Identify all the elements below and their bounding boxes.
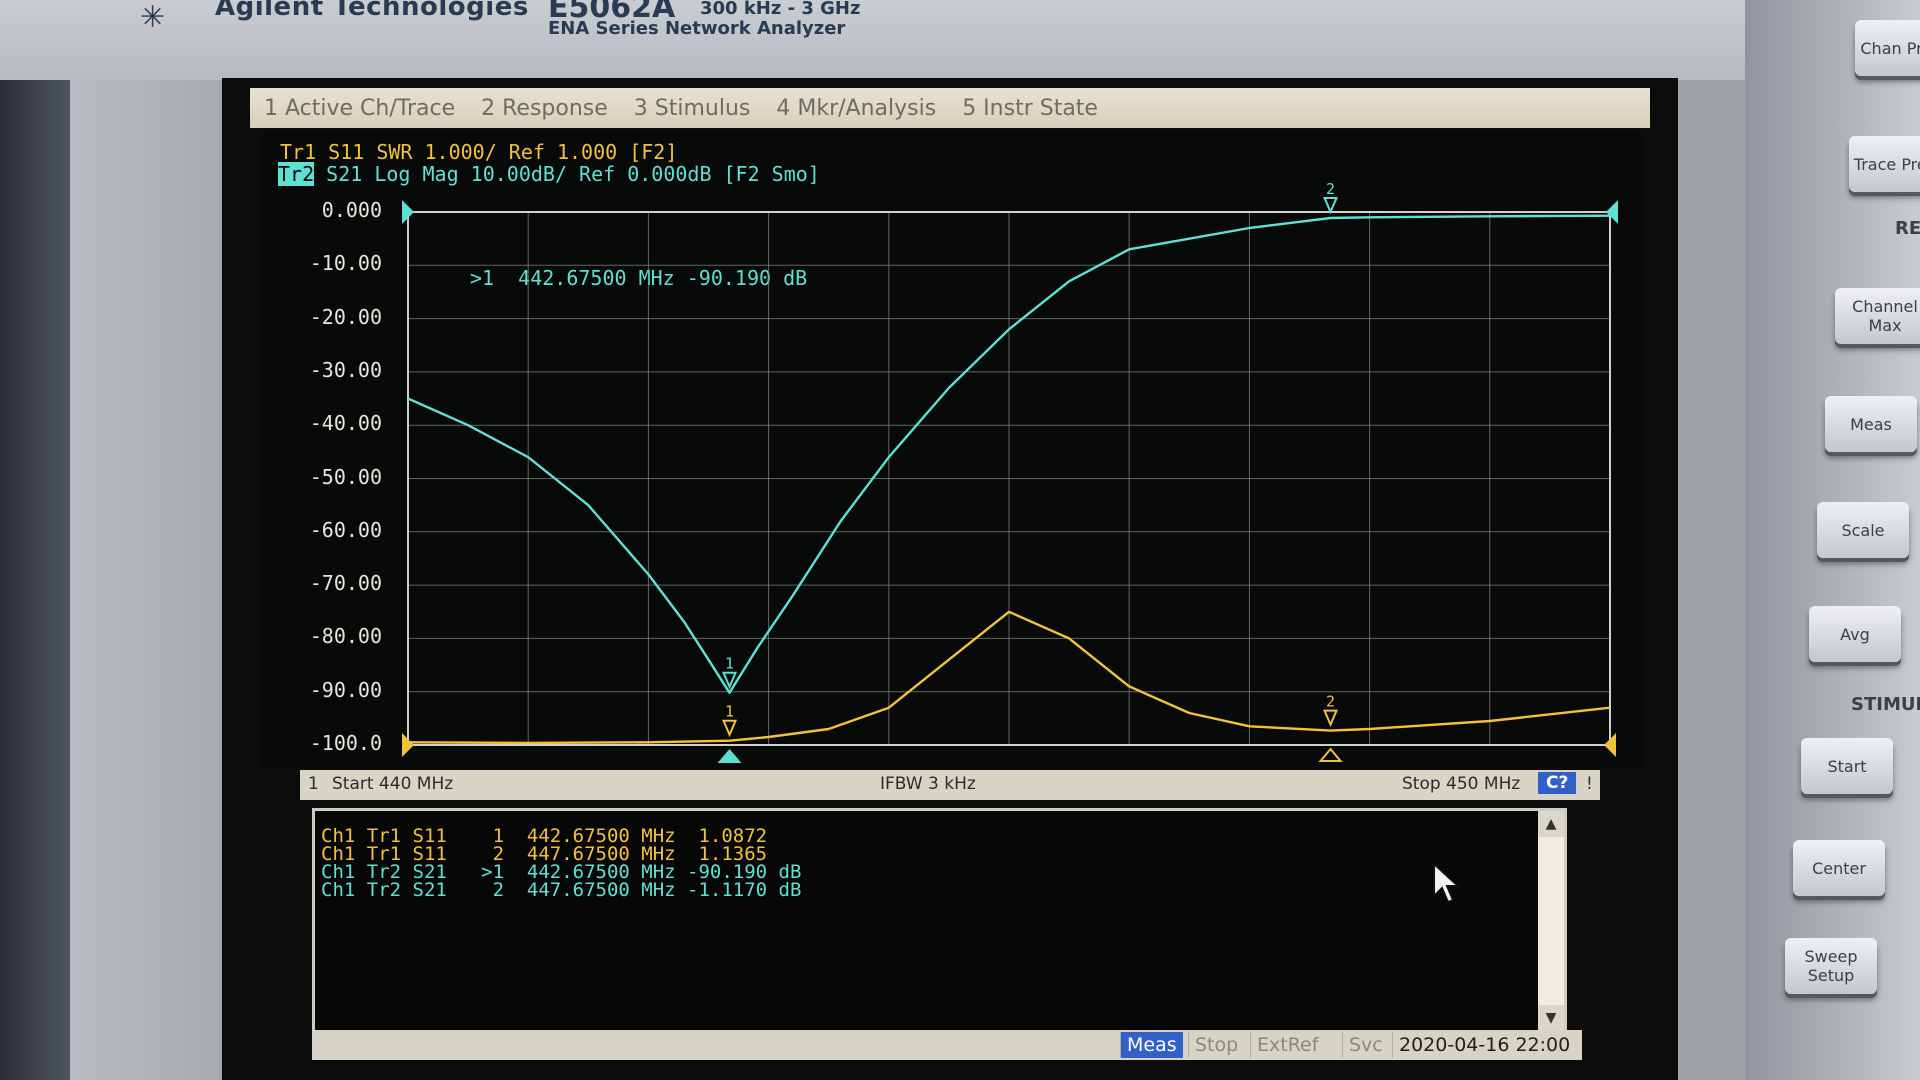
channel-status-bar: 1 Start 440 MHz IFBW 3 kHz Stop 450 MHz … xyxy=(300,770,1600,800)
svc-status: Svc xyxy=(1342,1032,1389,1058)
ifbw-value: IFBW 3 kHz xyxy=(880,774,976,794)
active-marker-stimulus-indicator xyxy=(717,749,742,763)
marker-label-s21: 1 xyxy=(725,655,734,673)
marker-label-s11: 2 xyxy=(1326,693,1335,711)
scrollbar-track[interactable] xyxy=(1538,837,1564,1005)
channel-number: 1 xyxy=(308,774,319,794)
marker-s21 xyxy=(1323,196,1339,215)
start-frequency: Start 440 MHz xyxy=(332,774,454,794)
alert-indicator: ! xyxy=(1586,774,1593,794)
calibration-status-badge: C? xyxy=(1538,772,1577,794)
mouse-pointer-icon xyxy=(1433,862,1461,904)
stop-frequency: Stop 450 MHz xyxy=(1402,774,1521,794)
marker-s11 xyxy=(1323,709,1339,728)
extref-status: ExtRef xyxy=(1250,1032,1324,1058)
marker-label-s11: 1 xyxy=(725,703,734,721)
marker-s11 xyxy=(722,719,738,738)
marker-table-row: Ch1 Tr2 S21 2 447.67500 MHz -1.1170 dB xyxy=(321,879,802,901)
meas-status: Meas xyxy=(1120,1032,1183,1058)
reference-marker-s21-right xyxy=(1606,200,1618,224)
instrument-status-bar: Meas Stop ExtRef Svc 2020-04-16 22:00 xyxy=(312,1030,1582,1060)
scroll-down-arrow-icon[interactable]: ▼ xyxy=(1538,1005,1564,1031)
date-time: 2020-04-16 22:00 xyxy=(1392,1032,1576,1058)
scroll-up-arrow-icon[interactable]: ▲ xyxy=(1538,811,1564,837)
stop-status: Stop xyxy=(1188,1032,1244,1058)
marker-stimulus-indicator xyxy=(1318,747,1343,762)
marker-label-s21: 2 xyxy=(1326,180,1335,198)
marker-table-panel: Ch1 Tr1 S11 1 442.67500 MHz 1.0872 Ch1 T… xyxy=(312,808,1567,1034)
